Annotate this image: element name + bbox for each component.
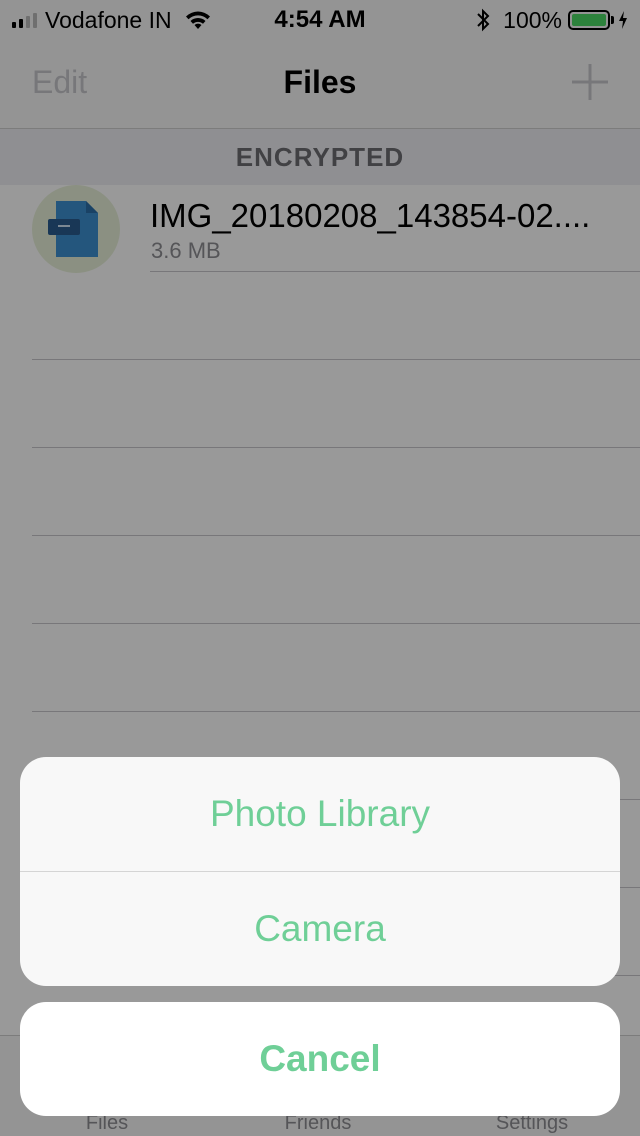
cancel-button[interactable]: Cancel [20, 1002, 620, 1116]
photo-library-button[interactable]: Photo Library [20, 757, 620, 871]
action-sheet: Photo Library Camera [20, 757, 620, 986]
camera-button[interactable]: Camera [20, 872, 620, 986]
